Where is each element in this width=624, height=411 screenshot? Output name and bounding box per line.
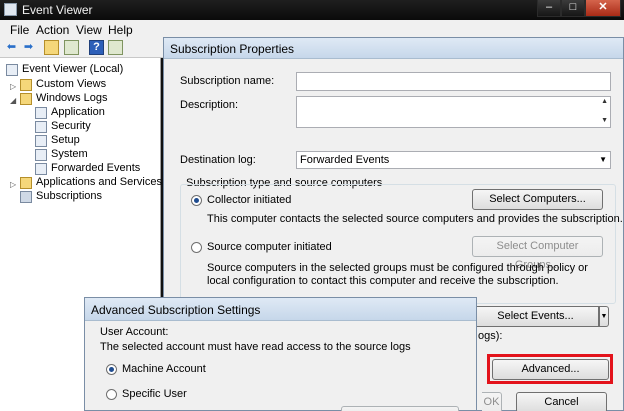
user-and-password-button[interactable] (341, 406, 459, 411)
machine-account-radio[interactable] (106, 364, 117, 375)
window-titlebar: Event Viewer – □ ✕ (0, 0, 624, 20)
chevron-down-icon: ▼ (599, 155, 607, 164)
highlight-box (487, 354, 613, 384)
help-icon[interactable]: ? (89, 40, 104, 55)
scroll-down-icon[interactable]: ▼ (601, 117, 608, 124)
scroll-up-icon[interactable]: ▲ (601, 98, 608, 105)
subscription-name-label: Subscription name: (180, 75, 275, 87)
advanced-dialog-title: Advanced Subscription Settings (91, 303, 261, 317)
show-hide-tree-icon[interactable] (64, 40, 79, 55)
menu-action[interactable]: Action (36, 23, 69, 37)
advanced-dialog-titlebar: Advanced Subscription Settings (85, 298, 476, 321)
maximize-button[interactable]: □ (561, 0, 585, 17)
log-icon (35, 121, 47, 133)
collapse-icon[interactable]: ◢ (10, 96, 16, 105)
description-input[interactable]: ▲ ▼ (296, 96, 611, 128)
show-action-pane-icon[interactable] (108, 40, 123, 55)
log-icon (35, 149, 47, 161)
logs-label-fragment: ogs): (478, 330, 503, 342)
source-computer-initiated-radio[interactable] (191, 242, 202, 253)
dialog-title: Subscription Properties (170, 42, 295, 56)
ok-button[interactable]: OK (482, 392, 502, 411)
menu-help[interactable]: Help (108, 23, 133, 37)
select-computer-groups-button[interactable]: Select Computer Groups... (472, 236, 603, 271)
folder-icon (20, 177, 32, 189)
close-button[interactable]: ✕ (585, 0, 621, 17)
machine-account-label: Machine Account (122, 363, 206, 375)
expand-icon[interactable]: ▷ (10, 180, 16, 189)
dialog-titlebar: Subscription Properties (164, 38, 623, 59)
source-description-line-2: local configuration to contact this comp… (207, 275, 559, 287)
folder-icon (20, 79, 32, 91)
cancel-button[interactable]: Cancel (516, 392, 607, 411)
menu-view[interactable]: View (76, 23, 102, 37)
log-icon (35, 135, 47, 147)
user-account-description: The selected account must have read acce… (100, 341, 411, 353)
collector-initiated-description: This computer contacts the selected sour… (207, 213, 623, 225)
source-computer-initiated-label: Source computer initiated (207, 241, 332, 253)
log-icon (35, 163, 47, 175)
subscription-name-input[interactable] (296, 72, 611, 91)
specific-user-label: Specific User (122, 388, 187, 400)
destination-log-select[interactable]: Forwarded Events ▼ (296, 151, 611, 169)
select-events-dropdown-arrow[interactable]: ▼ (599, 306, 609, 327)
advanced-subscription-settings-dialog: Advanced Subscription Settings User Acco… (84, 297, 477, 411)
forward-arrow-icon[interactable]: ➡ (21, 40, 36, 55)
select-computers-button[interactable]: Select Computers... (472, 189, 603, 210)
folder-icon (20, 93, 32, 105)
collector-initiated-label: Collector initiated (207, 194, 292, 206)
window-title: Event Viewer (22, 3, 93, 17)
destination-log-label: Destination log: (180, 154, 256, 166)
back-arrow-icon[interactable]: ⬅ (4, 40, 19, 55)
expand-icon[interactable]: ▷ (10, 82, 16, 91)
source-description-line-1: Source computers in the selected groups … (207, 262, 588, 274)
description-label: Description: (180, 99, 239, 111)
menu-file[interactable]: File (10, 23, 29, 37)
minimize-button[interactable]: – (537, 0, 561, 17)
event-viewer-icon (6, 64, 18, 76)
menu-bar: File Action View Help (0, 20, 624, 38)
collector-initiated-radio[interactable] (191, 195, 202, 206)
event-viewer-app-icon (4, 3, 17, 16)
log-icon (35, 107, 47, 119)
select-events-button[interactable]: Select Events... (472, 306, 599, 327)
specific-user-radio[interactable] (106, 389, 117, 400)
folder-up-icon[interactable] (44, 40, 59, 55)
subscriptions-icon (20, 191, 32, 203)
user-account-label: User Account: (100, 326, 169, 338)
